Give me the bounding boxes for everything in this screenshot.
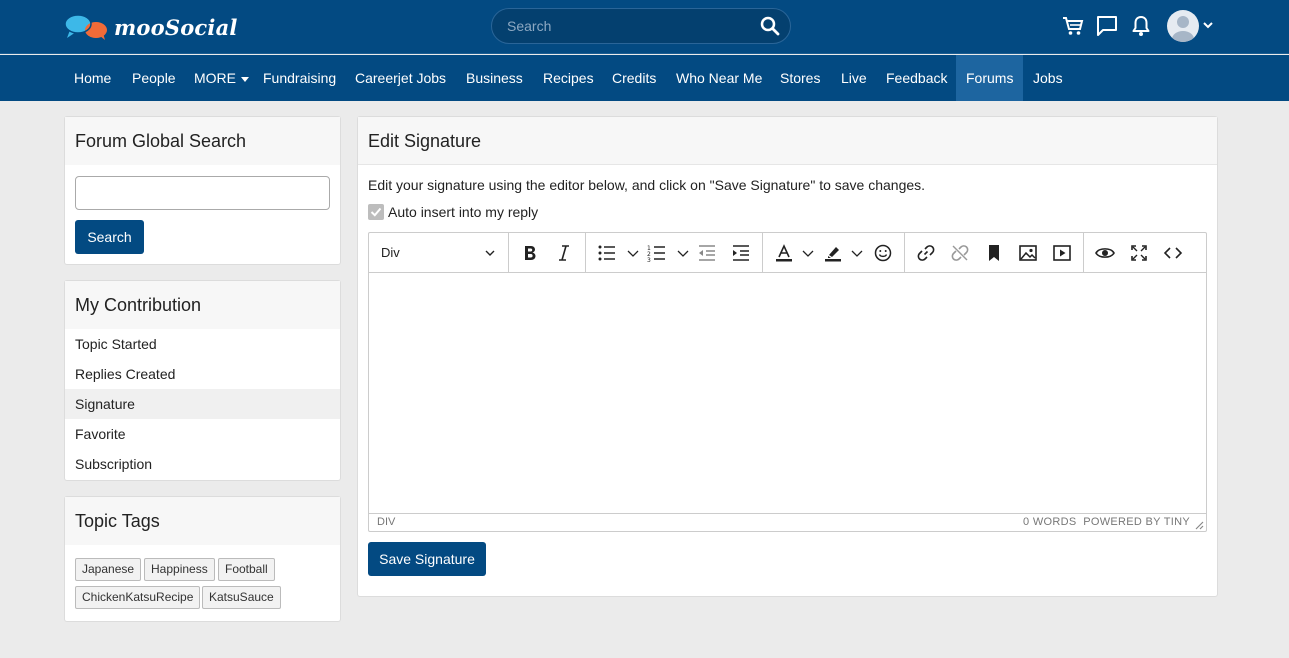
element-path[interactable]: DIV	[377, 516, 395, 528]
emoticons-icon[interactable]	[873, 243, 893, 263]
tag-happiness[interactable]: Happiness	[144, 558, 215, 581]
user-avatar[interactable]	[1167, 10, 1199, 42]
chevron-down-icon[interactable]	[798, 243, 818, 263]
nav-more-label: MORE	[194, 70, 236, 86]
notifications-bell-icon[interactable]	[1131, 15, 1151, 37]
auto-insert-row: Auto insert into my reply	[368, 204, 538, 220]
nav-who-near-me[interactable]: Who Near Me	[666, 55, 772, 101]
fullscreen-icon[interactable]	[1129, 243, 1149, 263]
contribution-favorite[interactable]: Favorite	[65, 419, 340, 449]
caret-down-icon	[241, 76, 249, 82]
link-icon[interactable]	[916, 243, 936, 263]
nav-business[interactable]: Business	[456, 55, 533, 101]
toolbar-separator	[585, 233, 586, 272]
contribution-topic-started[interactable]: Topic Started	[65, 329, 340, 359]
chevron-down-icon[interactable]	[847, 243, 867, 263]
block-format-value: Div	[381, 245, 400, 260]
page-title: Edit Signature	[358, 117, 1217, 165]
nav-people[interactable]: People	[122, 55, 186, 101]
my-contribution-title: My Contribution	[65, 281, 340, 329]
nav-live[interactable]: Live	[831, 55, 877, 101]
media-icon[interactable]	[1052, 243, 1072, 263]
contribution-replies-created[interactable]: Replies Created	[65, 359, 340, 389]
checkmark-icon	[370, 207, 382, 217]
indent-icon[interactable]	[731, 243, 751, 263]
save-signature-button[interactable]: Save Signature	[368, 542, 486, 576]
brand-name: mooSocial	[114, 14, 238, 40]
bookmark-icon[interactable]	[984, 243, 1004, 263]
editor-content-area[interactable]	[369, 273, 1206, 513]
resize-handle-icon[interactable]	[1194, 520, 1204, 530]
nav-feedback[interactable]: Feedback	[876, 55, 957, 101]
unlink-icon[interactable]	[950, 243, 970, 263]
tag-chickenkatsurecipe[interactable]: ChickenKatsuRecipe	[75, 586, 201, 609]
tag-japanese[interactable]: Japanese	[75, 558, 142, 581]
bullet-list-icon[interactable]	[597, 243, 617, 263]
source-code-icon[interactable]	[1163, 243, 1183, 263]
nav-fundraising[interactable]: Fundraising	[253, 55, 346, 101]
tag-football[interactable]: Football	[218, 558, 275, 581]
auto-insert-label[interactable]: Auto insert into my reply	[388, 204, 538, 220]
top-header: mooSocial	[0, 0, 1289, 54]
numbered-list-icon[interactable]: 1 2 3	[647, 243, 667, 263]
editor-toolbar: Div 1 2 3	[369, 233, 1206, 273]
chevron-down-icon[interactable]	[1202, 20, 1214, 30]
chevron-down-icon[interactable]	[623, 243, 643, 263]
nav-forums[interactable]: Forums	[956, 55, 1023, 101]
contribution-signature[interactable]: Signature	[65, 389, 340, 419]
forum-search-input[interactable]	[75, 176, 330, 210]
global-search	[491, 8, 791, 44]
nav-more[interactable]: MORE	[184, 55, 259, 101]
nav-credits[interactable]: Credits	[602, 55, 666, 101]
cart-icon[interactable]	[1062, 15, 1084, 37]
topic-tags-title: Topic Tags	[65, 497, 340, 545]
signature-instructions: Edit your signature using the editor bel…	[368, 177, 926, 193]
chevron-down-icon	[485, 250, 495, 256]
svg-text:3: 3	[647, 257, 651, 263]
forum-search-title: Forum Global Search	[65, 117, 340, 165]
main-nav: Home People MORE Fundraising Careerjet J…	[0, 55, 1289, 101]
edit-signature-panel: Edit Signature Edit your signature using…	[357, 116, 1218, 597]
bold-icon[interactable]	[520, 243, 540, 263]
chevron-down-icon[interactable]	[673, 243, 693, 263]
toolbar-separator	[508, 233, 509, 272]
nav-recipes[interactable]: Recipes	[533, 55, 604, 101]
editor-statusbar: DIV 0 WORDS POWERED BY TINY	[369, 513, 1206, 531]
contribution-subscription[interactable]: Subscription	[65, 449, 340, 479]
word-count-and-branding: 0 WORDS POWERED BY TINY	[1023, 516, 1190, 528]
text-color-icon[interactable]	[774, 243, 794, 263]
forum-search-panel: Forum Global Search Search	[64, 116, 341, 265]
chat-bubbles-logo-icon	[64, 14, 107, 40]
messages-icon[interactable]	[1096, 15, 1118, 37]
highlight-color-icon[interactable]	[823, 243, 843, 263]
forum-search-button[interactable]: Search	[75, 220, 144, 254]
image-icon[interactable]	[1018, 243, 1038, 263]
site-logo[interactable]: mooSocial	[64, 12, 238, 42]
my-contribution-panel: My Contribution Topic Started Replies Cr…	[64, 280, 341, 481]
topic-tags-panel: Topic Tags Japanese Happiness Football C…	[64, 496, 341, 622]
user-silhouette-icon	[1172, 16, 1194, 42]
nav-home[interactable]: Home	[64, 55, 121, 101]
auto-insert-checkbox[interactable]	[368, 204, 384, 220]
outdent-icon[interactable]	[697, 243, 717, 263]
preview-eye-icon[interactable]	[1095, 243, 1115, 263]
nav-careerjet-jobs[interactable]: Careerjet Jobs	[345, 55, 456, 101]
nav-stores[interactable]: Stores	[770, 55, 830, 101]
search-icon[interactable]	[760, 16, 780, 36]
nav-jobs[interactable]: Jobs	[1023, 55, 1073, 101]
powered-by-tiny-link[interactable]: POWERED BY TINY	[1083, 516, 1190, 528]
word-count[interactable]: 0 WORDS	[1023, 516, 1076, 528]
block-format-select[interactable]: Div	[369, 233, 508, 272]
toolbar-separator	[904, 233, 905, 272]
signature-editor: Div 1 2 3 DIV 0 WORDS POWERED BY TINY	[368, 232, 1207, 532]
toolbar-separator	[1083, 233, 1084, 272]
global-search-input[interactable]	[492, 18, 742, 34]
italic-icon[interactable]	[554, 243, 574, 263]
toolbar-separator	[762, 233, 763, 272]
tag-katsusauce[interactable]: KatsuSauce	[202, 586, 281, 609]
